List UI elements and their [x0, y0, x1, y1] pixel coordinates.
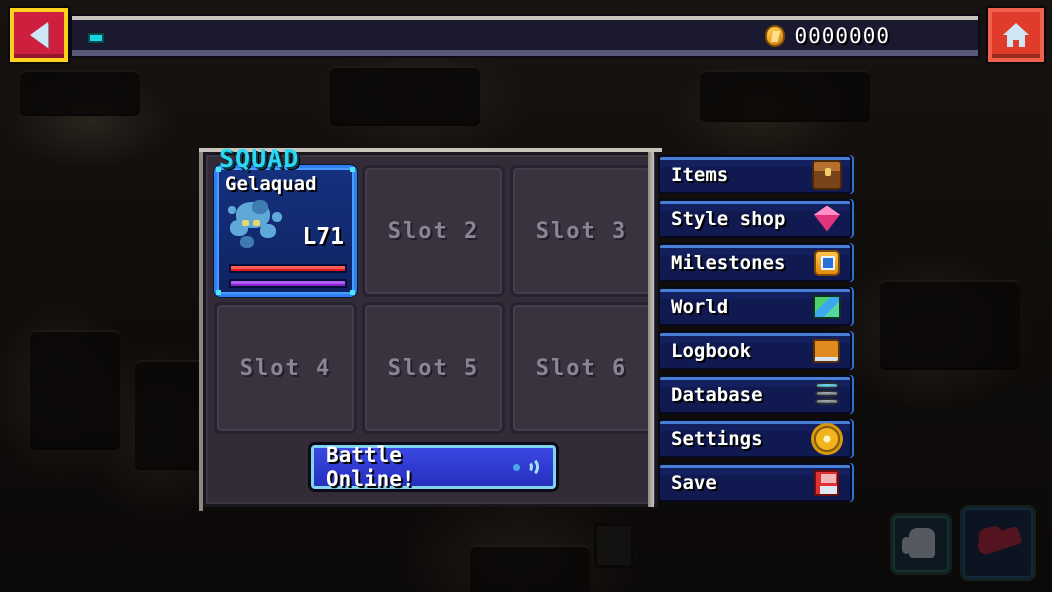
squad-slot-5[interactable]: Slot 5 [362, 302, 505, 434]
back-arrow-icon [30, 22, 48, 48]
creature-name-label: Gelaquad [225, 173, 317, 195]
blue-gel-creature-sprite [226, 198, 288, 254]
battle-online-button[interactable]: Battle Online! [311, 443, 556, 491]
menu-label: Database [671, 383, 763, 406]
pink-gem-icon [812, 204, 842, 234]
bottom-center-object [594, 523, 634, 568]
treasure-bag-icon [812, 159, 842, 190]
menu-label: Logbook [671, 339, 752, 362]
world-map-icon [812, 292, 842, 322]
menu-item-logbook[interactable]: Logbook [658, 331, 852, 370]
home-button[interactable] [988, 8, 1044, 62]
medal-icon [812, 248, 842, 278]
slot-label: Slot 2 [387, 218, 480, 244]
menu-frame-left [648, 152, 654, 507]
menu-label: Style shop [671, 207, 786, 230]
menu-label: Save [671, 471, 717, 494]
gear-icon [812, 424, 842, 454]
game-screen: 0000000 SQUAD Gelaquad L71 Slot 2 Slot 3… [0, 0, 1052, 592]
squad-slot-grid: Gelaquad L71 Slot 2 Slot 3 Slot 4 Slot 5… [214, 165, 653, 434]
menu-item-style-shop[interactable]: Style shop [658, 199, 852, 238]
xp-bar [229, 279, 347, 288]
menu-label: Settings [671, 427, 763, 450]
background-rock [135, 360, 205, 470]
menu-label: Items [671, 163, 729, 186]
creature-level-label: L71 [302, 224, 344, 250]
menu-item-milestones[interactable]: Milestones [658, 243, 852, 282]
running-shoe-icon [975, 525, 1023, 557]
book-icon [812, 336, 842, 366]
database-server-icon [812, 380, 842, 410]
menu-item-database[interactable]: Database [658, 375, 852, 414]
squad-slot-4[interactable]: Slot 4 [214, 302, 357, 434]
currency-display: 0000000 [765, 24, 890, 48]
background-rock [330, 66, 480, 126]
background-rock [470, 545, 590, 592]
hand-icon [902, 528, 935, 558]
menu-item-settings[interactable]: Settings [658, 419, 852, 458]
menu-item-items[interactable]: Items [658, 155, 852, 194]
squad-panel: Gelaquad L71 Slot 2 Slot 3 Slot 4 Slot 5… [203, 152, 658, 507]
menu-label: Milestones [671, 251, 786, 274]
gold-coin-icon [765, 25, 786, 47]
squad-panel-title: SQUAD [219, 144, 300, 173]
menu-item-save[interactable]: Save [658, 463, 852, 502]
battle-online-label: Battle Online! [326, 443, 415, 491]
home-icon [1003, 23, 1029, 47]
menu-label: World [671, 295, 729, 318]
wifi-broadcast-icon [511, 454, 541, 480]
slot-label: Slot 3 [535, 218, 628, 244]
coin-count-label: 0000000 [794, 24, 890, 48]
run-toggle-button[interactable] [960, 505, 1036, 581]
hand-tool-button[interactable] [890, 513, 952, 575]
floppy-disk-icon [812, 468, 842, 498]
back-button[interactable] [10, 8, 68, 62]
background-rock [880, 280, 1020, 370]
slot-label: Slot 6 [535, 355, 628, 381]
hp-bar [229, 264, 347, 273]
slot-label: Slot 4 [239, 355, 332, 381]
menu-item-world[interactable]: World [658, 287, 852, 326]
squad-slot-6[interactable]: Slot 6 [510, 302, 653, 434]
background-rock [700, 70, 870, 122]
squad-slot-3[interactable]: Slot 3 [510, 165, 653, 297]
progress-pip-indicator [88, 33, 104, 43]
squad-slot-2[interactable]: Slot 2 [362, 165, 505, 297]
main-menu: Items Style shop Milestones World Logboo… [658, 155, 852, 502]
squad-slot-1[interactable]: Gelaquad L71 [214, 165, 357, 297]
top-status-bar: 0000000 [70, 14, 980, 58]
background-rock [20, 70, 140, 116]
background-rock [30, 330, 120, 450]
slot-label: Slot 5 [387, 355, 480, 381]
